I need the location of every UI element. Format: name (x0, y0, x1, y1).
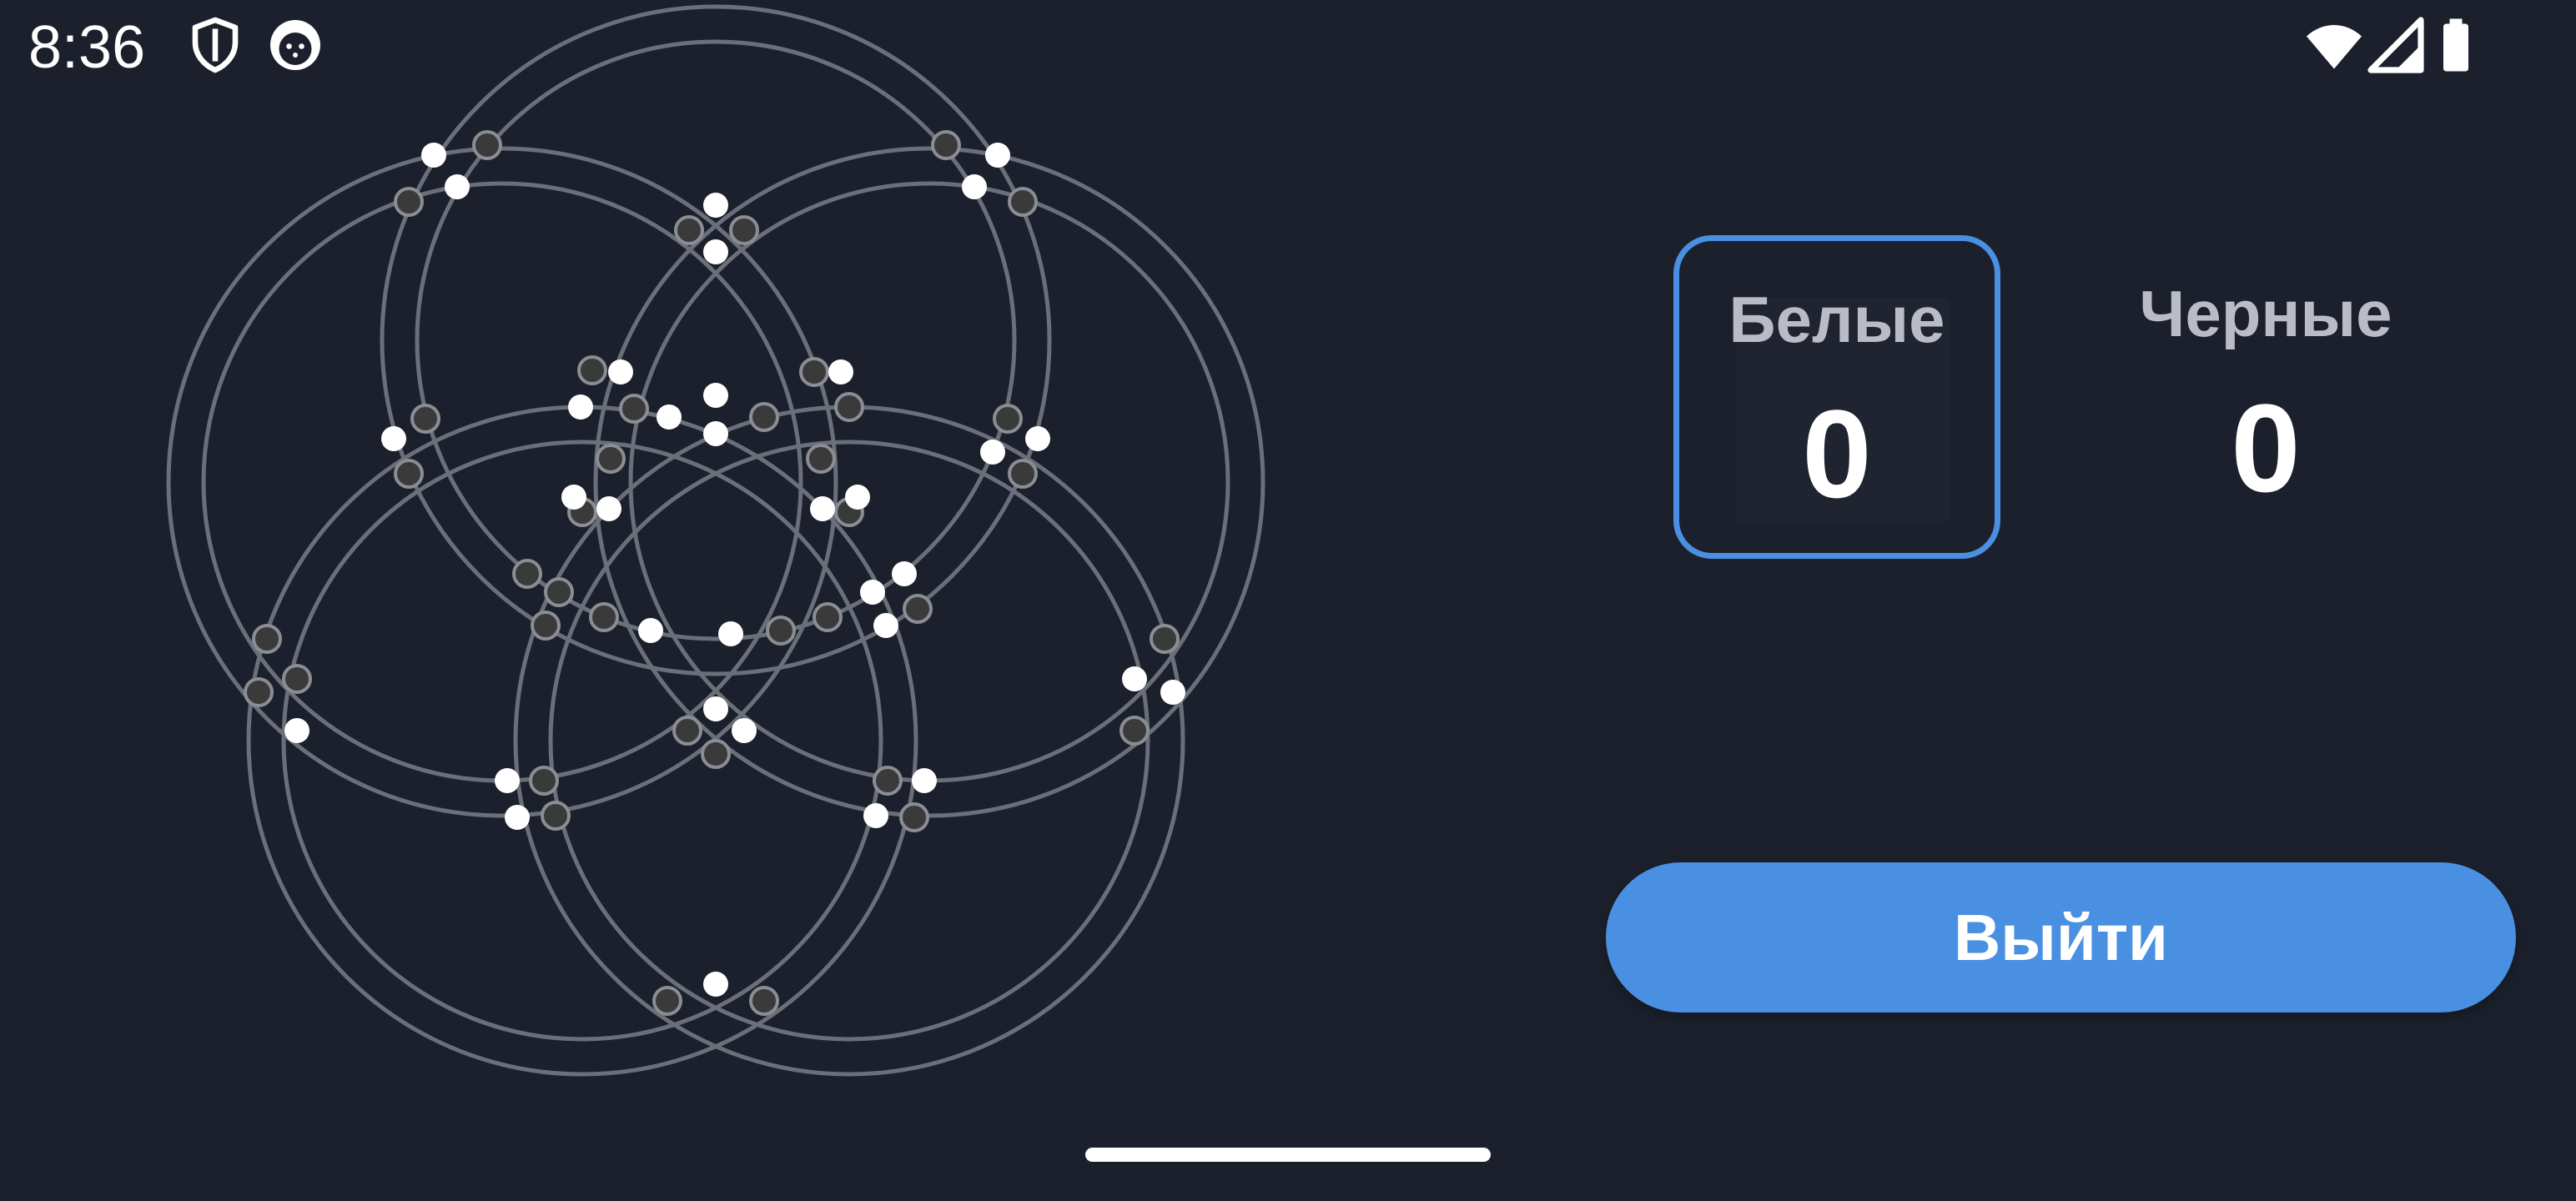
empty-board-point[interactable] (729, 215, 759, 245)
white-stone[interactable] (505, 805, 530, 830)
white-stone[interactable] (703, 696, 728, 721)
empty-board-point[interactable] (903, 594, 933, 624)
white-stone[interactable] (810, 496, 835, 521)
white-stone[interactable] (985, 143, 1010, 168)
battery-icon (2443, 18, 2468, 72)
game-screen: 8:36 Белые 0 Черные 0 Выйти (0, 0, 2576, 1201)
empty-board-point[interactable] (394, 459, 424, 489)
empty-board-point[interactable] (931, 130, 961, 160)
black-score-value: 0 (2231, 378, 2301, 518)
empty-board-point[interactable] (244, 677, 274, 707)
white-stone[interactable] (1160, 680, 1185, 705)
cell-signal-icon (2367, 17, 2424, 73)
empty-board-point[interactable] (541, 801, 571, 831)
empty-board-point[interactable] (529, 766, 559, 796)
white-stone[interactable] (980, 440, 1005, 465)
empty-board-point[interactable] (544, 577, 574, 607)
board-ring-4 (281, 440, 883, 1042)
white-stone[interactable] (845, 485, 870, 510)
white-stone[interactable] (703, 193, 728, 218)
empty-board-point[interactable] (701, 739, 731, 769)
black-score-card: Черные 0 (2102, 235, 2429, 559)
white-stone[interactable] (828, 359, 853, 384)
white-score-card: Белые 0 (1673, 235, 2000, 559)
empty-board-point[interactable] (674, 215, 704, 245)
empty-board-point[interactable] (899, 802, 929, 832)
board-points[interactable] (244, 130, 1185, 1016)
white-stone[interactable] (608, 359, 633, 384)
empty-board-point[interactable] (1008, 187, 1038, 217)
empty-board-point[interactable] (1008, 459, 1038, 489)
empty-board-point[interactable] (410, 404, 440, 434)
white-stone[interactable] (421, 143, 446, 168)
empty-board-point[interactable] (766, 616, 796, 646)
gesture-nav-handle[interactable] (1085, 1148, 1491, 1162)
white-stone[interactable] (962, 174, 987, 199)
white-stone[interactable] (703, 383, 728, 408)
white-stone[interactable] (495, 768, 520, 793)
empty-board-point[interactable] (472, 130, 502, 160)
empty-board-point[interactable] (252, 624, 282, 654)
empty-board-point[interactable] (749, 986, 779, 1016)
empty-board-point[interactable] (672, 716, 702, 746)
empty-board-point[interactable] (813, 602, 843, 632)
empty-board-point[interactable] (589, 602, 619, 632)
black-score-label: Черные (2139, 277, 2392, 350)
empty-board-point[interactable] (993, 404, 1023, 434)
board-ring-1 (380, 4, 1052, 676)
white-stone[interactable] (703, 239, 728, 264)
white-stone[interactable] (596, 496, 621, 521)
empty-board-point[interactable] (806, 444, 836, 474)
white-stone[interactable] (381, 426, 406, 451)
empty-board-point[interactable] (596, 444, 626, 474)
empty-board-point[interactable] (394, 187, 424, 217)
wifi-icon (2307, 25, 2362, 69)
empty-board-point[interactable] (749, 402, 779, 432)
board-ring-1 (415, 39, 1017, 641)
white-stone[interactable] (638, 618, 663, 643)
empty-board-point[interactable] (873, 766, 903, 796)
board-rings (166, 4, 1265, 1077)
white-stone[interactable] (561, 485, 586, 510)
white-stone[interactable] (892, 561, 917, 586)
white-stone[interactable] (703, 421, 728, 446)
white-stone[interactable] (284, 718, 309, 743)
white-stone[interactable] (863, 803, 888, 828)
empty-board-point[interactable] (1150, 624, 1180, 654)
exit-button[interactable]: Выйти (1606, 862, 2516, 1013)
white-stone[interactable] (657, 405, 682, 430)
white-stone[interactable] (1025, 426, 1050, 451)
empty-board-point[interactable] (1119, 716, 1150, 746)
empty-board-point[interactable] (282, 664, 312, 694)
white-stone[interactable] (860, 580, 885, 605)
game-board[interactable] (0, 0, 1452, 1201)
white-stone[interactable] (732, 718, 757, 743)
empty-board-point[interactable] (512, 559, 542, 589)
white-stone[interactable] (445, 174, 470, 199)
empty-board-point[interactable] (652, 986, 682, 1016)
board-ring-2 (628, 181, 1230, 783)
white-score-label: Белые (1728, 283, 1945, 356)
empty-board-point[interactable] (531, 611, 561, 641)
white-score-value: 0 (1802, 384, 1872, 524)
empty-board-point[interactable] (577, 355, 607, 385)
empty-board-point[interactable] (834, 392, 864, 422)
white-stone[interactable] (1122, 666, 1147, 691)
empty-board-point[interactable] (799, 357, 829, 387)
board-ring-3 (548, 440, 1150, 1042)
white-stone[interactable] (912, 768, 937, 793)
empty-board-point[interactable] (619, 394, 649, 424)
white-stone[interactable] (873, 613, 898, 638)
white-stone[interactable] (568, 394, 593, 420)
white-stone[interactable] (718, 621, 743, 646)
white-stone[interactable] (703, 972, 728, 997)
